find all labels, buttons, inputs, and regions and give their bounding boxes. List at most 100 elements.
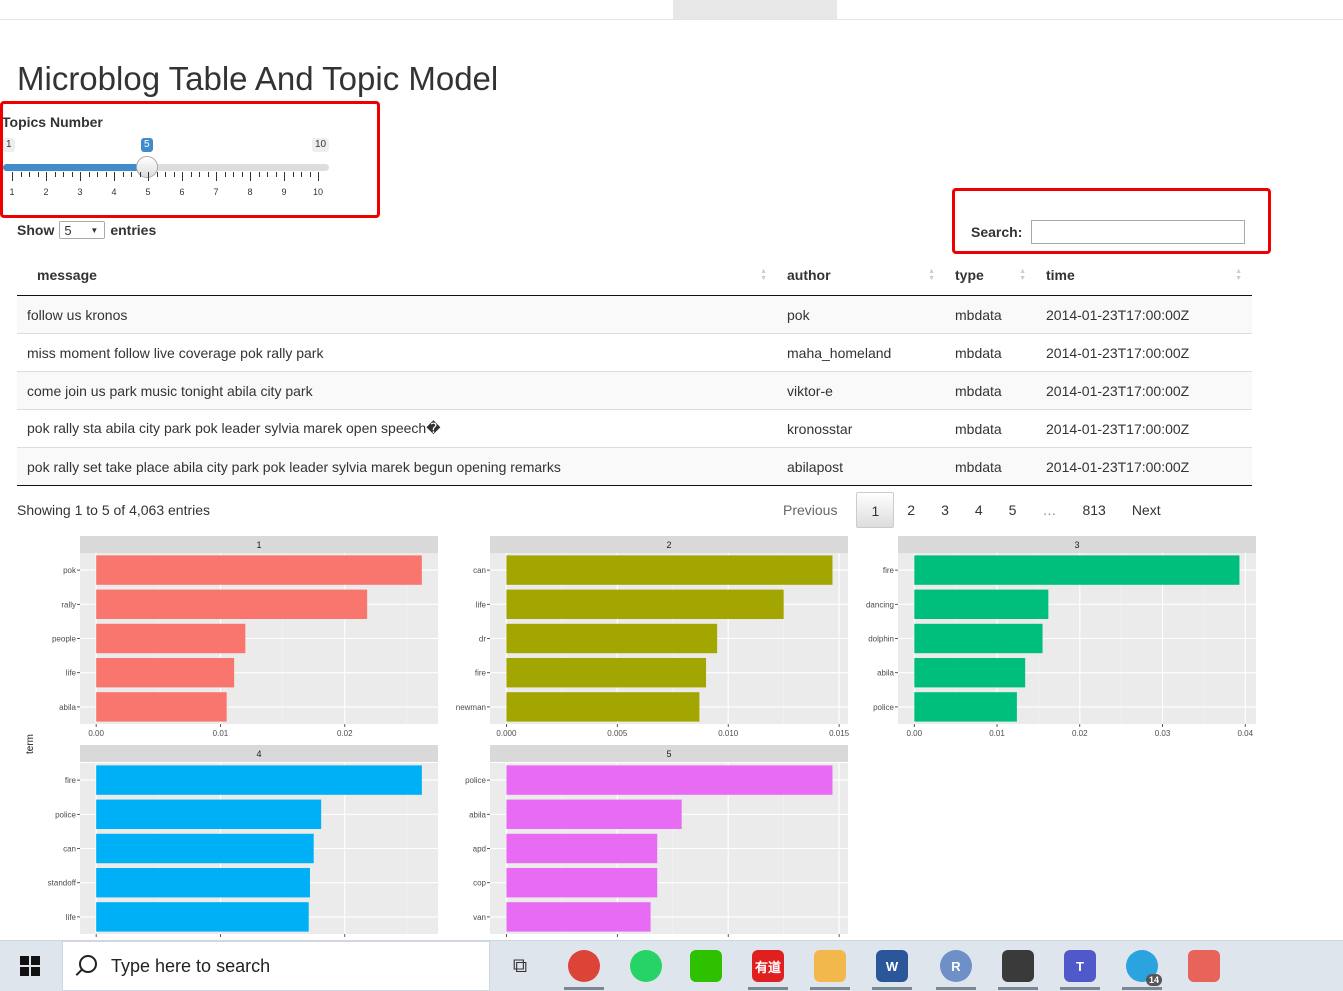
bar <box>506 589 784 620</box>
pagination-ellipsis: … <box>1042 502 1057 518</box>
whatsapp-icon[interactable] <box>630 950 662 982</box>
pagination: Previous 1 2 3 4 5 … 813 Next <box>770 491 1174 529</box>
bar <box>96 692 227 722</box>
cell-time: 2014-01-23T17:00:00Z <box>1036 333 1252 372</box>
page-button-4[interactable]: 4 <box>962 492 996 528</box>
wechat-icon[interactable] <box>690 950 722 982</box>
facet-title: 2 <box>666 540 671 550</box>
bar <box>506 623 718 654</box>
facet-title: 1 <box>256 540 261 550</box>
sort-icon: ▲ ▼ <box>1019 268 1026 282</box>
cell-author: abilapost <box>777 447 945 486</box>
folder-icon[interactable] <box>814 950 846 982</box>
page-button-1[interactable]: 1 <box>856 492 895 528</box>
x-tick-label: 0.02 <box>1072 729 1088 738</box>
y-tick-label: fire <box>475 669 487 678</box>
column-header-time[interactable]: time ▲ ▼ <box>1036 255 1252 296</box>
table-row: pok rally sta abila city park pok leader… <box>17 409 1252 448</box>
y-tick-label: abila <box>469 810 486 819</box>
x-tick-label: 0.010 <box>718 729 739 738</box>
cell-time: 2014-01-23T17:00:00Z <box>1036 371 1252 410</box>
cell-author: pok <box>777 295 945 334</box>
teams-icon[interactable]: T <box>1064 950 1096 982</box>
next-button[interactable]: Next <box>1119 492 1174 528</box>
y-tick-label: people <box>52 635 77 644</box>
column-header-type[interactable]: type ▲ ▼ <box>945 255 1036 296</box>
entries-label: entries <box>110 222 157 238</box>
y-tick-label: pok <box>63 566 77 575</box>
x-tick-label: 0.01 <box>989 729 1005 738</box>
y-tick-label: can <box>63 845 76 854</box>
bar <box>506 799 682 830</box>
page-button-3[interactable]: 3 <box>928 492 962 528</box>
word-icon[interactable]: W <box>876 950 908 982</box>
y-tick-label: life <box>66 669 77 678</box>
bar <box>914 589 1049 620</box>
table-row: come join us park music tonight abila ci… <box>17 371 1252 410</box>
nav-tab-active[interactable] <box>673 0 837 19</box>
column-header-message[interactable]: message ▲ ▼ <box>17 255 777 296</box>
bar <box>96 799 322 830</box>
x-tick-label: 0.03 <box>1155 729 1171 738</box>
y-tick-label: newman <box>456 703 486 712</box>
column-header-author[interactable]: author ▲ ▼ <box>777 255 945 296</box>
r-icon[interactable]: R <box>940 950 972 982</box>
terminal-icon[interactable] <box>1002 950 1034 982</box>
cell-author: viktor-e <box>777 371 945 410</box>
page-button-2[interactable]: 2 <box>894 492 928 528</box>
sort-icon: ▲ ▼ <box>1235 268 1242 282</box>
bar <box>96 833 314 864</box>
youdao-icon[interactable]: 有道 <box>752 950 784 982</box>
facet-title: 4 <box>256 749 261 759</box>
table-row: miss moment follow live coverage pok ral… <box>17 333 1252 372</box>
y-tick-label: dolphin <box>868 635 894 644</box>
bar <box>506 765 833 795</box>
x-tick-label: 0.000 <box>496 729 517 738</box>
y-tick-label: standoff <box>48 879 77 888</box>
bar <box>506 867 658 898</box>
sort-icon: ▲ ▼ <box>760 268 767 282</box>
chrome-icon[interactable] <box>568 950 600 982</box>
bar <box>506 833 658 864</box>
windows-start-icon[interactable] <box>20 956 40 976</box>
telegram-icon[interactable]: 14 <box>1126 950 1162 986</box>
cell-time: 2014-01-23T17:00:00Z <box>1036 447 1252 486</box>
search-icon <box>79 955 97 973</box>
y-tick-label: fire <box>65 776 77 785</box>
taskbar-search-box[interactable]: Type here to search <box>62 941 490 991</box>
highlight-box-slider <box>0 101 380 218</box>
y-tick-label: police <box>55 810 76 819</box>
bar <box>96 902 309 932</box>
cell-type: mbdata <box>945 447 1036 486</box>
cell-message: come join us park music tonight abila ci… <box>17 371 777 410</box>
dropdown-caret-icon: ▼ <box>90 226 99 235</box>
task-view-icon[interactable]: ⧉ <box>504 950 536 982</box>
bar <box>506 902 651 932</box>
show-label: Show <box>17 222 55 238</box>
bar <box>96 765 422 795</box>
notification-badge: 14 <box>1145 974 1162 986</box>
bar <box>914 692 1017 722</box>
table-info: Showing 1 to 5 of 4,063 entries <box>17 502 211 518</box>
x-tick-label: 0.005 <box>607 729 628 738</box>
bar <box>96 867 310 898</box>
cell-message: follow us kronos <box>17 295 777 334</box>
topic-model-chart: 1 pok rally people life abila 0.00 0.01 0.02 2 can… <box>25 536 1256 937</box>
cell-message: pok rally sta abila city park pok leader… <box>17 409 777 448</box>
table-row: pok rally set take place abila city park… <box>17 447 1252 486</box>
y-tick-label: life <box>476 600 487 609</box>
bar <box>96 657 235 688</box>
page-title: Microblog Table And Topic Model <box>17 60 499 97</box>
previous-button[interactable]: Previous <box>770 492 856 528</box>
x-tick-label: 0.01 <box>213 729 229 738</box>
snipping-icon[interactable] <box>1188 950 1220 982</box>
sort-icon: ▲ ▼ <box>928 268 935 282</box>
facet-title: 5 <box>666 749 671 759</box>
y-tick-label: cop <box>473 879 486 888</box>
bar <box>506 692 700 722</box>
page-length-select[interactable]: 5 ▼ <box>59 221 106 239</box>
cell-message: miss moment follow live coverage pok ral… <box>17 333 777 372</box>
x-tick-label: 0.00 <box>907 729 923 738</box>
page-button-5[interactable]: 5 <box>996 492 1030 528</box>
page-button-813[interactable]: 813 <box>1069 492 1118 528</box>
